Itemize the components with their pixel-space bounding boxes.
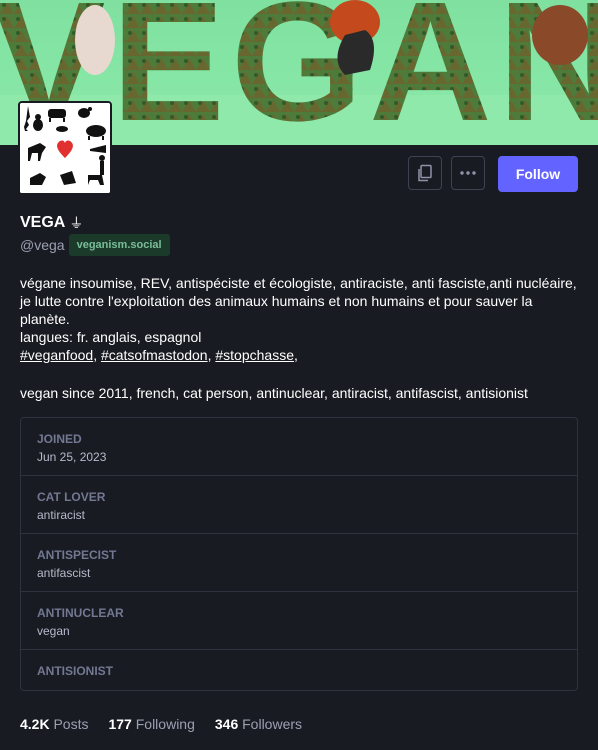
following-count: 177 [108,716,132,732]
bio-line: végane insoumise, REV, antispéciste et é… [20,275,577,327]
copy-icon [418,164,432,182]
profile-fields: JOINED Jun 25, 2023 CAT LOVER antiracist… [20,417,578,691]
more-options-button[interactable] [451,156,485,190]
profile-field: ANTISIONIST [21,650,577,690]
account-handle: @vega [20,237,65,253]
display-name-row: VEGA ⏚ [20,213,83,233]
account-bio: végane insoumise, REV, antispéciste et é… [20,274,580,402]
profile-field: CAT LOVER antiracist [21,476,577,534]
bot-icon: ⏚ [69,215,84,231]
field-value: vegan [37,624,70,638]
animals-avatar-icon [20,103,110,193]
bio-hashtags: #veganfood, #catsofmastodon, #stopchasse… [20,347,298,363]
hashtag-link[interactable]: #catsofmastodon [101,347,208,363]
posts-count-link[interactable]: 4.2K Posts [20,716,88,732]
followers-count-link[interactable]: 346 Followers [215,716,302,732]
profile-field: ANTISPECIST antifascist [21,534,577,592]
field-name: ANTISPECIST [37,548,117,562]
bio-languages: langues: fr. anglais, espagnol [20,329,202,345]
avatar[interactable] [18,101,112,195]
hashtag-link[interactable]: #veganfood [20,347,93,363]
field-name: CAT LOVER [37,490,106,504]
profile-field: JOINED Jun 25, 2023 [21,418,577,476]
hashtag-link[interactable]: #stopchasse [215,347,294,363]
field-name: ANTINUCLEAR [37,606,124,620]
followers-label: Followers [242,716,303,732]
profile-field: ANTINUCLEAR vegan [21,592,577,650]
following-label: Following [135,716,195,732]
field-name: JOINED [37,432,82,446]
field-value: antifascist [37,566,91,580]
profile-actions: Follow [408,156,578,192]
ellipsis-icon [460,171,476,175]
copy-link-button[interactable] [408,156,442,190]
posts-count: 4.2K [20,716,50,732]
handle-row: @vega veganism.social [20,234,170,256]
field-value: antiracist [37,508,86,522]
domain-badge[interactable]: veganism.social [68,234,170,256]
following-count-link[interactable]: 177 Following [108,716,194,732]
field-name: ANTISIONIST [37,664,114,678]
account-counts: 4.2K Posts 177 Following 346 Followers [20,716,302,732]
display-name: VEGA [20,214,66,231]
bio-summary: vegan since 2011, french, cat person, an… [20,385,528,401]
posts-label: Posts [53,716,89,732]
field-value: Jun 25, 2023 [37,450,107,464]
follow-button[interactable]: Follow [498,156,578,192]
followers-count: 346 [214,716,239,732]
